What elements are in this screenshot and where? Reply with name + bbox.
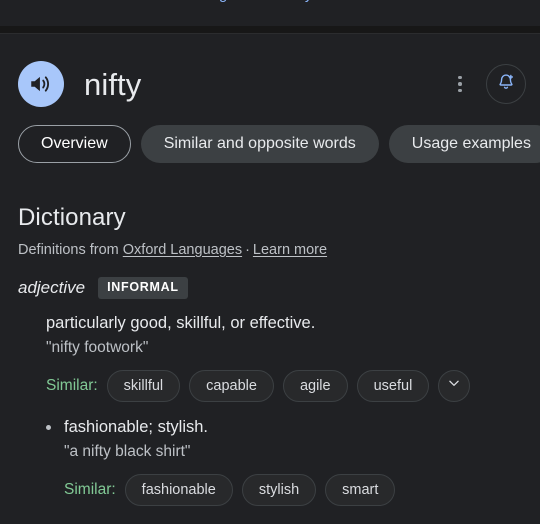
- synonym-chip[interactable]: agile: [282, 369, 348, 402]
- volume-up-icon: [28, 71, 54, 97]
- clipped-heading-text: Google Dictionary: [190, 0, 313, 3]
- part-of-speech: adjective: [18, 277, 86, 297]
- synonym-chip[interactable]: smart: [325, 474, 396, 507]
- similar-label: Similar:: [64, 481, 116, 499]
- word-header: nifty Overview Similar and opposite word…: [0, 34, 540, 218]
- section-tabs: Overview Similar and opposite words Usag…: [18, 125, 540, 163]
- sense-content: fashionable; stylish. "a nifty black shi…: [18, 416, 522, 507]
- attribution-prefix: Definitions from: [18, 242, 123, 258]
- scrolled-content-peek: Google Dictionary: [0, 0, 540, 26]
- tab-label: Overview: [41, 135, 108, 152]
- expand-synonyms-button[interactable]: [438, 369, 471, 402]
- similar-label: Similar:: [46, 376, 98, 394]
- header-actions: [448, 64, 526, 104]
- register-badge: INFORMAL: [98, 277, 188, 299]
- bell-plus-icon: [496, 72, 516, 97]
- synonym-chip[interactable]: capable: [189, 369, 274, 402]
- more-vertical-icon[interactable]: [448, 69, 472, 99]
- tab-label: Usage examples: [411, 135, 531, 152]
- dictionary-panel: Dictionary Definitions from Oxford Langu…: [0, 184, 540, 524]
- tab-overview[interactable]: Overview: [18, 125, 131, 163]
- add-notification-button[interactable]: [486, 64, 526, 104]
- synonym-chip[interactable]: skillful: [106, 369, 181, 402]
- page-title: Dictionary: [18, 204, 126, 231]
- sense-content: particularly good, skillful, or effectiv…: [18, 312, 522, 402]
- oxford-languages-link[interactable]: Oxford Languages: [123, 242, 242, 258]
- part-of-speech-row: adjective INFORMAL: [18, 277, 522, 299]
- synonyms-row: Similar: fashionable stylish smart: [64, 474, 522, 507]
- section-gap-divider: [0, 26, 540, 33]
- synonym-chip[interactable]: useful: [356, 369, 430, 402]
- definition-text: fashionable; stylish.: [64, 417, 208, 436]
- sense-spacer: [18, 402, 522, 416]
- attribution-separator: ·: [245, 242, 250, 258]
- kebab-dot: [458, 75, 462, 80]
- sense-item: particularly good, skillful, or effectiv…: [18, 312, 522, 402]
- headword: nifty: [84, 66, 142, 102]
- tab-usage-examples[interactable]: Usage examples: [388, 125, 540, 163]
- tab-label: Similar and opposite words: [163, 135, 356, 152]
- attribution: Definitions from Oxford Languages · Learn …: [18, 242, 522, 258]
- example-text: "nifty footwork": [46, 339, 149, 357]
- chevron-down-icon: [447, 376, 461, 395]
- learn-more-link[interactable]: Learn more: [253, 242, 327, 258]
- pronounce-button[interactable]: [18, 61, 64, 107]
- synonym-chip[interactable]: fashionable: [124, 474, 233, 507]
- definition-text: particularly good, skillful, or effectiv…: [46, 313, 316, 332]
- sense-list: particularly good, skillful, or effectiv…: [18, 312, 522, 507]
- synonyms-row: Similar: skillful capable agile useful: [46, 369, 522, 402]
- word-title-row: nifty: [18, 58, 526, 110]
- kebab-dot: [458, 82, 462, 86]
- sense-item: fashionable; stylish. "a nifty black shi…: [18, 416, 522, 507]
- dictionary-result-page: Google Dictionary nifty: [0, 0, 540, 524]
- synonym-chip[interactable]: stylish: [241, 474, 317, 507]
- kebab-dot: [458, 88, 462, 93]
- tab-similar-and-opposite-words[interactable]: Similar and opposite words: [140, 125, 379, 163]
- example-text: "a nifty black shirt": [64, 443, 191, 461]
